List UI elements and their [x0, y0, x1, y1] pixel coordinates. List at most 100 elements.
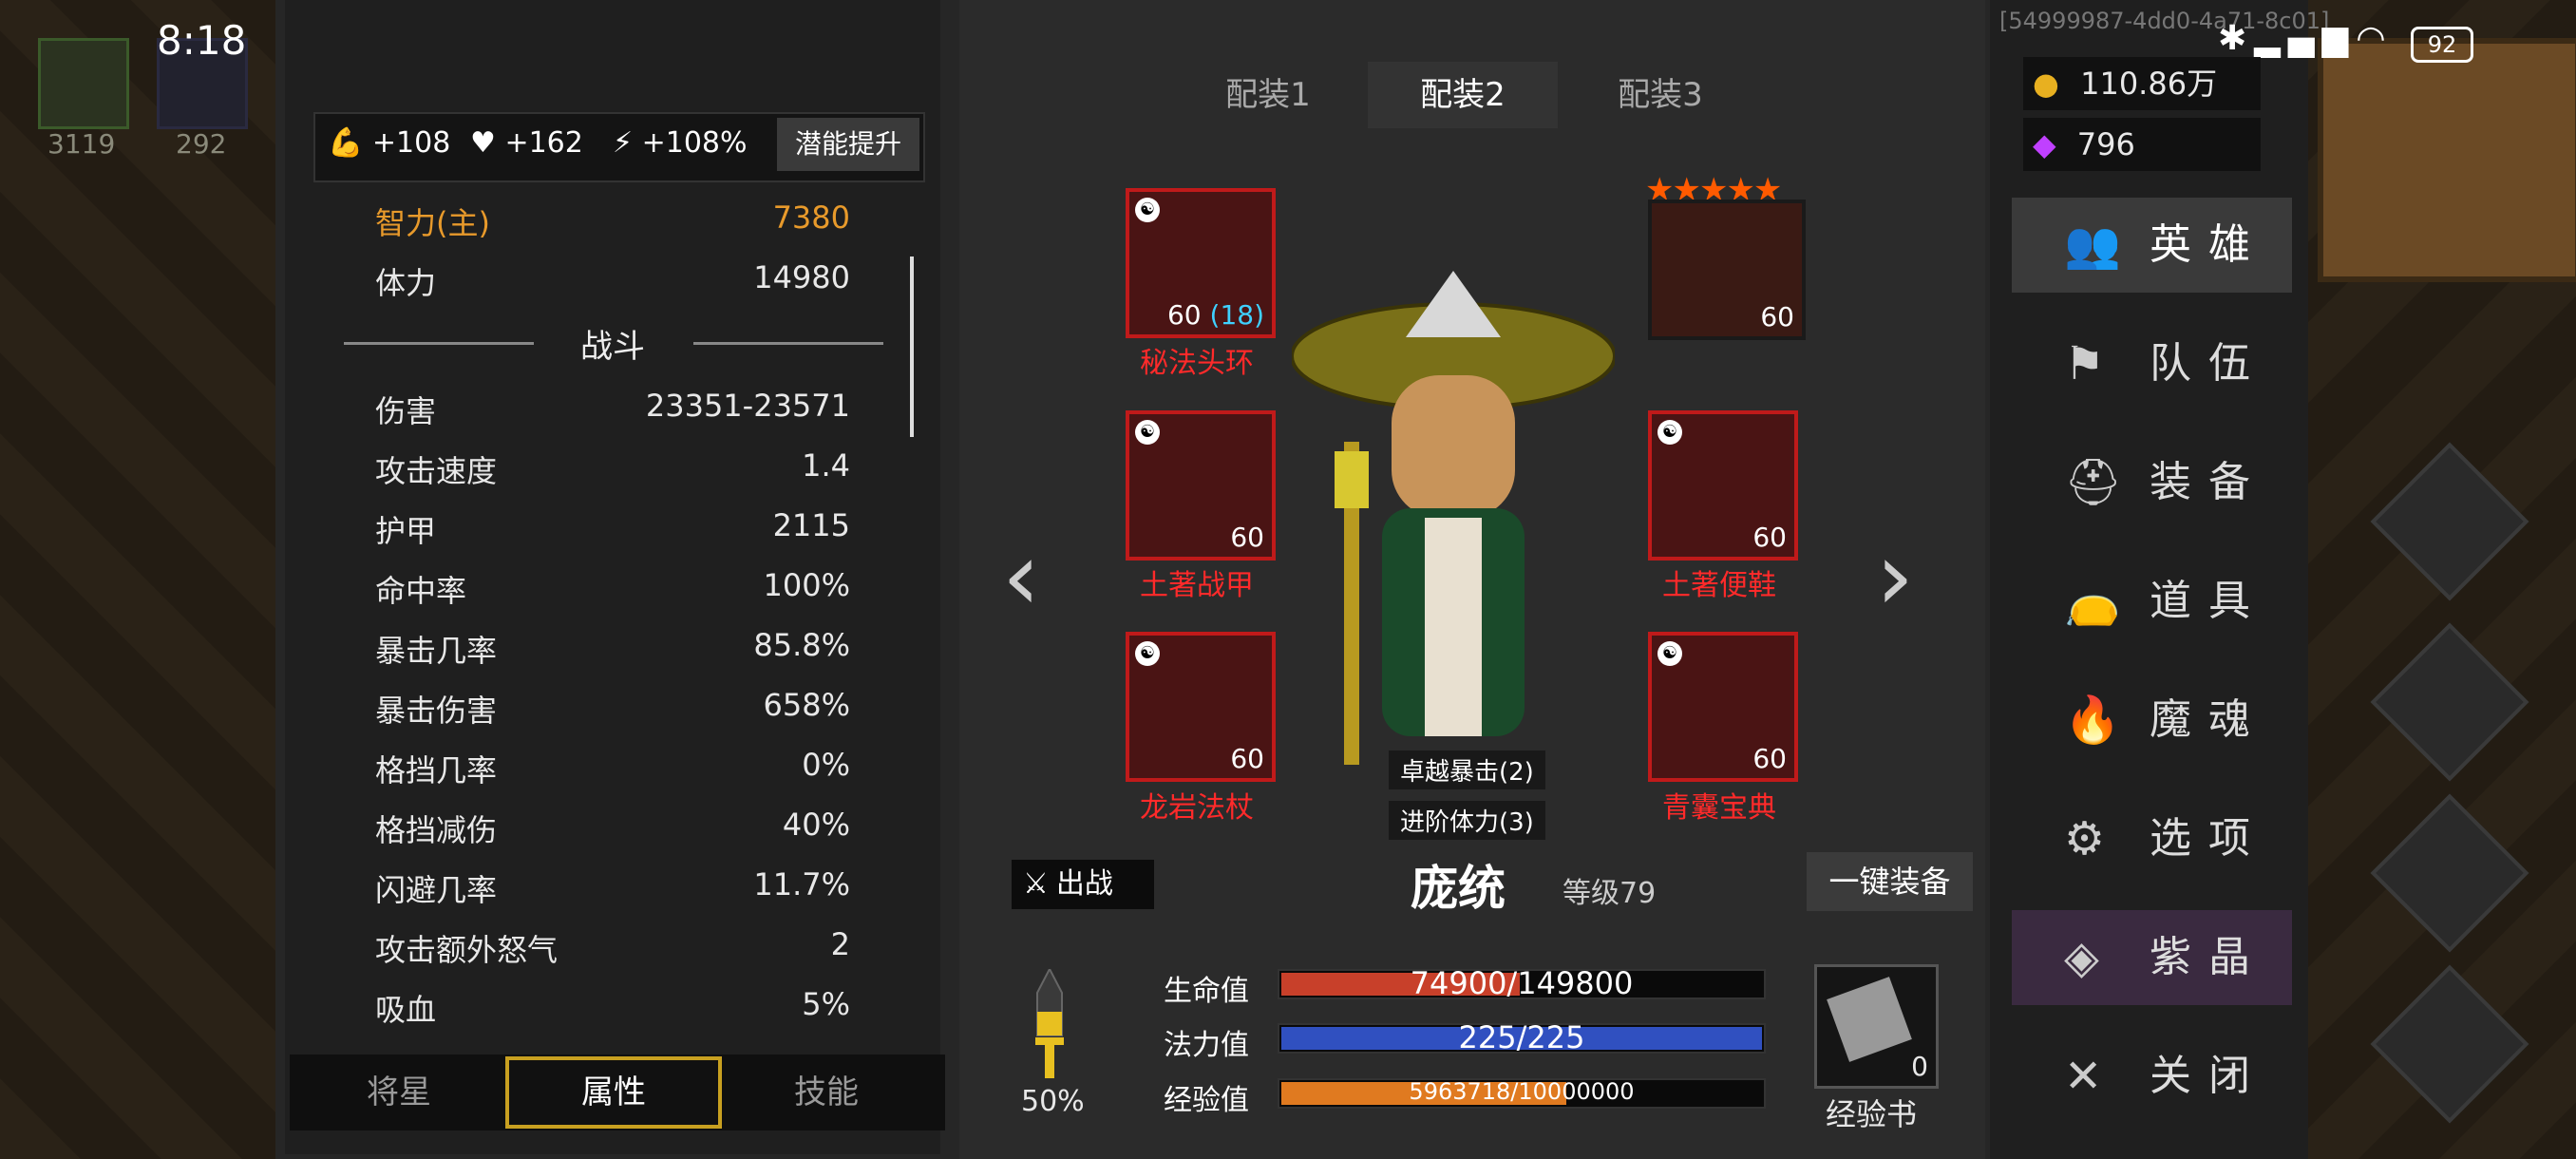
heart-icon: ♥ [470, 126, 496, 160]
attr-label: 暴击伤害 [375, 693, 498, 729]
minimap[interactable] [2318, 38, 2576, 282]
gem-icon: ◆ [2033, 126, 2056, 162]
attr-label: 体力 [375, 265, 437, 301]
tab-loadout-3[interactable]: 配装3 [1565, 62, 1755, 128]
attr-row-intelligence: 智力(主) 7380 [375, 200, 850, 256]
hero-portrait[interactable] [1292, 271, 1615, 784]
equip-level: 60 [1760, 301, 1794, 332]
sword-gauge-icon [1035, 966, 1064, 1083]
attr-value: 658% [763, 687, 850, 723]
menu-items[interactable]: 👝 道具 [2012, 554, 2292, 649]
menu-equipment[interactable]: ⛑ 装备 [2012, 435, 2292, 530]
tab-skills[interactable]: 技能 [731, 1056, 921, 1129]
attr-label: 吸血 [375, 992, 437, 1028]
attr-value: 23351-23571 [645, 388, 850, 424]
equip-slot-pet[interactable]: 60 [1648, 200, 1806, 340]
tab-loadout-2[interactable]: 配装2 [1368, 62, 1558, 128]
strength-bonus-value: +108 [371, 126, 451, 160]
yin-yang-icon: ☯ [1135, 420, 1160, 445]
helmet-icon: ⛑ [2064, 456, 2122, 509]
tab-attributes[interactable]: 属性 [505, 1056, 722, 1129]
lightning-icon: ⚡ [613, 126, 634, 160]
menu-label: 英雄 [2150, 220, 2267, 269]
bg-item-count-1: 3119 [47, 128, 116, 160]
attr-row: 吸血 5% [375, 986, 850, 1043]
yin-yang-icon: ☯ [1135, 641, 1160, 666]
mp-label: 法力值 [1164, 1029, 1249, 1062]
gem-amount: 796 [2076, 126, 2135, 162]
attr-value: 40% [782, 807, 850, 843]
attr-value: 5% [802, 986, 850, 1022]
auto-equip-button[interactable]: 一键装备 [1807, 852, 1973, 911]
attr-label: 伤害 [375, 393, 437, 429]
hp-bonus-value: +162 [504, 126, 583, 160]
bluetooth-icon: ✱ [2218, 19, 2255, 58]
attr-value: 100% [763, 567, 850, 603]
attr-label: 攻击额外怒气 [375, 932, 559, 968]
yin-yang-icon: ☯ [1657, 641, 1682, 666]
equip-level: 60 [1230, 743, 1264, 774]
xp-label: 经验值 [1164, 1084, 1249, 1117]
yin-yang-icon: ☯ [1657, 420, 1682, 445]
prev-hero-arrow-icon[interactable]: ‹ [1002, 521, 1040, 632]
tab-loadout-1[interactable]: 配装1 [1173, 62, 1363, 128]
mp-bar: 225/225 [1278, 1019, 1766, 1055]
mp-bar-text: 225/225 [1458, 1019, 1585, 1055]
attr-row: 命中率 100% [375, 567, 850, 624]
gold-coin-icon: ● [2033, 66, 2059, 102]
dungeon-background-left [0, 0, 275, 1159]
arm-icon: 💪 [328, 126, 364, 160]
menu-soul[interactable]: 🔥 魔魂 [2012, 673, 2292, 768]
crossed-swords-icon: ⚔ [1023, 867, 1049, 901]
attr-value: 14980 [753, 259, 850, 295]
deploy-button[interactable]: ⚔ 出战 [1012, 860, 1154, 909]
bg-item-count-2: 292 [176, 128, 227, 160]
close-icon: ✕ [2064, 1050, 2103, 1103]
attr-label: 格挡几率 [375, 752, 498, 788]
attr-row: 格挡几率 0% [375, 747, 850, 804]
attr-row: 闪避几率 11.7% [375, 866, 850, 923]
potential-boost-button[interactable]: 潜能提升 [777, 118, 919, 171]
xp-book-button[interactable]: 0 [1814, 964, 1939, 1089]
attr-value: 1.4 [802, 447, 850, 484]
menu-options[interactable]: ⚙ 选项 [2012, 791, 2292, 886]
tab-generals[interactable]: 将星 [304, 1056, 494, 1129]
attr-value: 2 [830, 926, 850, 962]
equip-name-armor: 土著战甲 [1140, 569, 1254, 602]
bg-item-slot-1 [38, 38, 129, 129]
menu-label: 道具 [2150, 577, 2267, 625]
equip-slot-boots[interactable]: ☯ 60 [1648, 410, 1798, 560]
attr-row: 攻击速度 1.4 [375, 447, 850, 504]
equip-level: 60 [1752, 522, 1787, 553]
attr-value: 0% [802, 747, 850, 783]
menu-label: 装备 [2150, 458, 2267, 506]
attr-row: 护甲 2115 [375, 507, 850, 564]
menu-crystal[interactable]: ◈ 紫晶 [2012, 910, 2292, 1005]
equip-name-staff: 龙岩法杖 [1140, 791, 1254, 825]
menu-close[interactable]: ✕ 关闭 [2012, 1029, 2292, 1124]
speed-bonus-value: +108% [641, 126, 748, 160]
menu-hero[interactable]: 👥 英雄 [2012, 198, 2292, 293]
xp-book-label: 经验书 [1826, 1096, 1918, 1132]
xp-bar-text: 5963718/10000000 [1409, 1078, 1635, 1105]
menu-label: 队伍 [2150, 339, 2267, 388]
strength-bonus: 💪 +108 [328, 126, 450, 160]
attr-label: 护甲 [375, 513, 437, 549]
next-hero-arrow-icon[interactable]: › [1876, 521, 1914, 632]
equip-level: 60 [1230, 522, 1264, 553]
equip-slot-staff[interactable]: ☯ 60 [1126, 632, 1276, 782]
equip-name-headband: 秘法头环 [1140, 347, 1254, 380]
attr-label: 攻击速度 [375, 453, 498, 489]
equip-slot-headband[interactable]: ☯ 60 (18) [1126, 188, 1276, 338]
attribute-scrollbar[interactable] [910, 256, 914, 437]
crystal-icon: ◈ [2064, 931, 2099, 984]
status-icons: ✱▂▄▆◠ [2218, 19, 2394, 58]
menu-team[interactable]: ⚑ 队伍 [2012, 316, 2292, 411]
attr-row: 伤害 23351-23571 [375, 388, 850, 445]
equip-slot-book[interactable]: ☯ 60 [1648, 632, 1798, 782]
combat-section-title: 战斗 [580, 328, 645, 366]
menu-label: 关闭 [2150, 1052, 2267, 1100]
attr-row-stamina: 体力 14980 [375, 259, 850, 316]
yin-yang-icon: ☯ [1135, 198, 1160, 222]
equip-slot-armor[interactable]: ☯ 60 [1126, 410, 1276, 560]
